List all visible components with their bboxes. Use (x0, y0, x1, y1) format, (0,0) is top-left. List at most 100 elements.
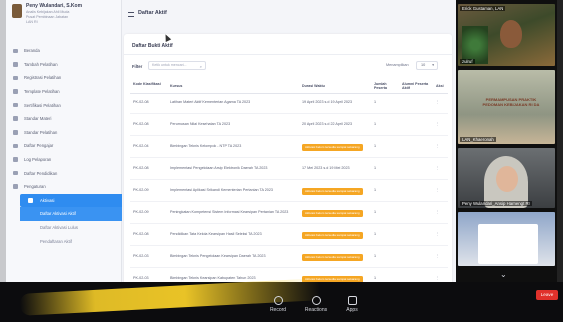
more-icon[interactable]: ⋮ (436, 232, 440, 237)
more-icon[interactable]: ⋮ (436, 276, 440, 281)
cell-activity[interactable]: Latihan Materi Aktif Kementerian Agama T… (170, 100, 298, 105)
sidebar-item[interactable]: Log Pelaporan (6, 153, 122, 167)
cell-code: PK-02-09 (133, 210, 149, 214)
sidebar-item[interactable]: Aktivasi (20, 193, 122, 208)
leave-button[interactable]: Leave (536, 290, 558, 300)
cell-code: PK-02-03 (133, 276, 149, 280)
sidebar-item[interactable]: Daftar Aktivasi Lulus (6, 221, 122, 235)
cell-count: 1 (374, 188, 377, 192)
cell-activity[interactable]: Peningkatan Kompetensi Sistem Informasi … (170, 210, 298, 215)
certificate-icon (13, 102, 18, 108)
sidebar-item[interactable]: Daftar Pendidikan (6, 166, 122, 180)
cell-schedule: 20 April 2023 s.d 22 April 2023 (302, 122, 353, 126)
column-header[interactable]: Kode Klasifikasi (133, 82, 163, 86)
sidebar-item[interactable]: Daftar Aktivasi Aktif (20, 207, 122, 221)
page-title: Daftar Aktif (138, 10, 167, 16)
sidebar-item-label: Registrasi Pelatihan (24, 75, 62, 81)
profile-line: Analis Kebijakan Ahli Muda (26, 10, 70, 14)
shared-screen-thumbnail[interactable] (458, 212, 555, 266)
show-entries-value: 10 (421, 63, 426, 67)
sidebar-item-label: Daftar Pengajar (24, 143, 54, 149)
clipboard-icon (13, 75, 18, 81)
participant-name: Peny Wulandari_Ansip Harnengt RI (460, 201, 532, 206)
reactions-button[interactable]: Reactions (296, 296, 336, 313)
profile-line: LAN RI (26, 20, 38, 24)
list-icon (13, 170, 18, 176)
more-icon[interactable]: ⋮ (436, 100, 440, 105)
sidebar: Peny Wulandari, S.Kom Analis Kebijakan A… (6, 0, 122, 300)
more-icon[interactable]: ⋮ (436, 254, 440, 259)
more-icon[interactable]: ⋮ (436, 210, 440, 215)
column-header[interactable]: Alumni Peserta Aktif (402, 82, 430, 91)
activate-icon (28, 198, 33, 203)
apps-icon (347, 296, 357, 305)
table-row: PK-02-08 Pendidikan Tata Kelola Kearsipan… (130, 228, 448, 246)
chevron-down-icon[interactable]: ⌄ (500, 270, 507, 279)
column-header[interactable]: Durasi Waktu (302, 84, 325, 88)
screen-thumbnail-content (478, 224, 538, 264)
search-input[interactable]: Ketik untuk mencari... ⌕ (148, 61, 206, 70)
sidebar-item[interactable]: Standar Materi (6, 112, 122, 126)
more-icon[interactable]: ⋮ (436, 166, 440, 171)
sidebar-item[interactable]: Template Pelatihan (6, 85, 122, 99)
more-icon[interactable]: ⋮ (436, 122, 440, 127)
show-entries-label: Menampilkan (386, 63, 409, 67)
sidebar-item[interactable]: Pendaftaran Aktif (6, 234, 122, 248)
participant-video-tile[interactable]: Erick Gustaman, LAN zulruf (458, 4, 555, 66)
hamburger-icon[interactable] (128, 12, 134, 17)
cell-schedule: Aktivasi belum tersedia sampai sekarang (302, 188, 368, 195)
record-button[interactable]: Record (258, 296, 298, 313)
status-badge: Aktivasi belum tersedia sampai sekarang (302, 254, 363, 261)
column-header[interactable]: Kursus (170, 84, 182, 88)
home-icon (13, 48, 18, 53)
apps-button[interactable]: Apps (332, 296, 372, 313)
more-icon[interactable]: ⋮ (436, 144, 440, 149)
cell-activity[interactable]: Implementasi Pengelolaan Arsip Elektroni… (170, 166, 298, 171)
sidebar-item[interactable]: Registrasi Pelatihan (6, 71, 122, 85)
cell-activity[interactable]: Perumusan Nilai Kesehatan TA 2023 (170, 122, 298, 127)
participant-name: Erick Gustaman, LAN (460, 6, 506, 11)
cell-code: PK-02-09 (133, 188, 149, 192)
profile-name: Peny Wulandari, S.Kom (26, 3, 83, 9)
cell-code: PK-02-08 (133, 100, 149, 104)
log-icon (13, 157, 18, 162)
participant-video-tile[interactable]: PERMAMPUSAN PRAKTIK PEDOMAN KEBIJAKAN RI… (458, 70, 555, 144)
search-icon[interactable]: ⌕ (200, 63, 202, 70)
table-row: PK-02-09 Peningkatan Kompetensi Sistem In… (130, 206, 448, 224)
sidebar-item[interactable]: Pengaturan (6, 180, 122, 194)
participant-name: zulruf (460, 59, 475, 64)
cell-code: PK-02-08 (133, 166, 149, 170)
cell-activity[interactable]: Bimbingan Teknis Pengelolaan Kearsipan D… (170, 254, 298, 259)
sidebar-item-label: Sertifikasi Pelatihan (24, 102, 61, 108)
status-badge: Aktivasi belum tersedia sampai sekarang (302, 144, 363, 151)
cell-code: PK-02-04 (133, 144, 149, 148)
sidebar-item[interactable]: Daftar Pengajar (6, 139, 122, 153)
cell-count: 1 (374, 166, 377, 170)
sidebar-item[interactable]: Tambah Pelatihan (6, 58, 122, 72)
chevron-down-icon: ▾ (432, 63, 434, 67)
sidebar-item[interactable]: Standar Pelatihan (6, 126, 122, 140)
avatar (12, 4, 22, 18)
sidebar-item[interactable]: Beranda (6, 44, 122, 58)
sidebar-item-label: Pendaftaran Aktif (40, 238, 72, 244)
toolbar-label: Apps (346, 307, 358, 313)
video-gallery: Erick Gustaman, LAN zulruf PERMAMPUSAN P… (456, 0, 557, 300)
participant-video-tile[interactable]: Peny Wulandari_Ansip Harnengt RI (458, 148, 555, 208)
status-badge: Aktivasi belum tersedia sampai sekarang (302, 232, 363, 239)
sidebar-item-label: Log Pelaporan (24, 157, 52, 163)
toolbar-label: Reactions (304, 307, 328, 313)
more-icon[interactable]: ⋮ (436, 188, 440, 193)
cell-count: 1 (374, 210, 377, 214)
show-entries-select[interactable]: 10 ▾ (416, 61, 438, 70)
record-icon (273, 296, 283, 305)
cell-activity[interactable]: Pendidikan Tata Kelola Kearsipan Hasil S… (170, 232, 298, 237)
banner-text: PERMAMPUSAN PRAKTIK PEDOMAN KEBIJAKAN RI… (482, 97, 540, 107)
cell-activity[interactable]: Bimbingan Teknis Kelompok - NTP TA 2023 (170, 144, 298, 149)
column-header[interactable]: Jumlah Peserta (374, 82, 396, 91)
cell-schedule: Aktivasi belum tersedia sampai sekarang (302, 210, 368, 217)
sidebar-item-label: Daftar Pendidikan (24, 170, 58, 176)
cell-activity[interactable]: Implementasi Aplikasi Srikandi Kementeri… (170, 188, 298, 193)
cell-code: PK-02-08 (133, 122, 149, 126)
sidebar-item[interactable]: Sertifikasi Pelatihan (6, 98, 122, 112)
content-card: Daftar Bukti Aktif Filter Ketik untuk me… (124, 34, 452, 300)
